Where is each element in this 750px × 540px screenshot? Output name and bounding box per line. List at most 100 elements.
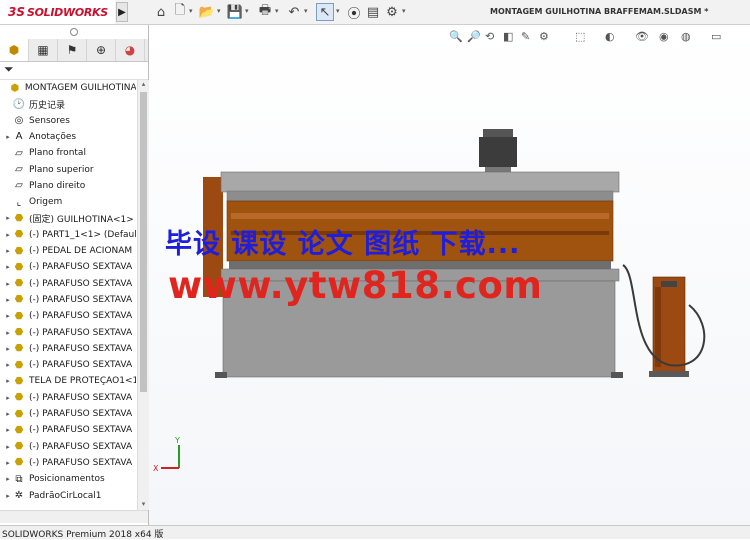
pattern-icon: ✲ — [14, 490, 24, 501]
tree-item-label: Anotações — [29, 131, 77, 142]
property-manager-icon[interactable]: ▦ — [29, 39, 58, 61]
part-icon: ⬣ — [14, 441, 24, 453]
scroll-thumb[interactable] — [140, 92, 147, 392]
tree-item-label: (-) PARAFUSO SEXTAVA — [29, 360, 133, 371]
tree-item-label: (-) PARAFUSO SEXTAVA — [29, 457, 133, 468]
tree-item-label: PadrãoCirLocal1 — [29, 490, 102, 501]
mates-icon: ⧉ — [15, 473, 23, 485]
tree-expander-icon[interactable]: ▸ — [4, 443, 12, 451]
tree-vertical-scrollbar[interactable]: ▴ ▾ — [137, 80, 149, 510]
tree-item-label: Plano superior — [29, 164, 94, 175]
tree-item[interactable]: ▸ ⬣ (-) PEDAL DE ACIONAM — [0, 243, 136, 259]
new-document-icon[interactable]: 🗋 — [171, 3, 189, 21]
tree-item[interactable]: ▸ ⧉ Posicionamentos — [0, 471, 136, 487]
undo-icon[interactable]: ↶ — [285, 3, 303, 21]
options-dropdown-icon[interactable]: ▾ — [402, 7, 408, 17]
open-icon[interactable]: 📂 — [198, 3, 216, 21]
tree-item[interactable]: ▸ ⬣ (-) PARAFUSO SEXTAVA — [0, 292, 136, 308]
tree-item[interactable]: ▸ ⬣ (-) PARAFUSO SEXTAVA — [0, 439, 136, 455]
new-dropdown-icon[interactable]: ▾ — [189, 7, 195, 17]
feature-manager-panel: ⬢ ▦ ⚑ ⊕ ◕ ⏷ ⬢ MONTAGEM GUILHOTINA 🕑 历史记录 ◎ Se… — [0, 25, 149, 525]
tree-expander-icon[interactable]: ▸ — [4, 377, 12, 385]
tree-expander-icon[interactable]: ▸ — [4, 410, 12, 418]
tree-expander-icon[interactable]: ▸ — [4, 263, 12, 271]
tree-item[interactable]: ▸ ⬣ (-) PARAFUSO SEXTAVA — [0, 259, 136, 275]
tree-item[interactable]: ▸ ⬣ (-) PARAFUSO SEXTAVA — [0, 422, 136, 438]
tree-item[interactable]: ▸ ✲ PadrãoCirLocal1 — [0, 488, 136, 504]
brand-name: SOLIDWORKS — [27, 5, 108, 19]
tree-item[interactable]: ⬢ MONTAGEM GUILHOTINA — [0, 80, 136, 96]
part-icon: ⬣ — [14, 278, 24, 290]
tree-expander-icon[interactable]: ▸ — [4, 426, 12, 434]
tree-expander-icon[interactable]: ▸ — [4, 296, 12, 304]
tree-item-label: 历史记录 — [29, 100, 66, 111]
display-manager-icon[interactable]: ◕ — [116, 39, 145, 61]
dimxpert-icon[interactable]: ⊕ — [87, 39, 116, 61]
tree-item[interactable]: 🕑 历史记录 — [0, 96, 136, 112]
tree-expander-icon[interactable]: ▸ — [4, 394, 12, 402]
part-icon: ⬣ — [14, 424, 24, 436]
tree-expander-icon[interactable]: ▸ — [4, 312, 12, 320]
tree-item[interactable]: ▸ ⬣ (-) PARAFUSO SEXTAVA — [0, 341, 136, 357]
tree-expander-icon[interactable]: ▸ — [4, 231, 12, 239]
tree-expander-icon[interactable]: ▸ — [4, 361, 12, 369]
part-icon: ⬣ — [14, 359, 24, 371]
tree-item[interactable]: ▱ Plano direito — [0, 178, 136, 194]
scroll-up-icon[interactable]: ▴ — [139, 80, 148, 90]
select-icon[interactable]: ↖ — [316, 3, 334, 21]
feature-tree: ⬢ MONTAGEM GUILHOTINA 🕑 历史记录 ◎ Sensores ▸ A Anot… — [0, 80, 136, 510]
panel-grip-icon[interactable] — [70, 28, 78, 36]
tree-expander-icon[interactable]: ▸ — [4, 214, 12, 222]
tree-horizontal-scrollbar[interactable] — [0, 510, 148, 523]
tree-expander-icon[interactable]: ▸ — [4, 247, 12, 255]
tree-item-label: (-) PARAFUSO SEXTAVA — [29, 327, 133, 338]
traffic-light-icon[interactable]: ⦿ — [345, 3, 363, 22]
file-properties-icon[interactable]: ▤ — [364, 3, 382, 21]
tree-expander-icon[interactable]: ▸ — [4, 280, 12, 288]
undo-dropdown-icon[interactable]: ▾ — [304, 7, 310, 17]
filter-icon[interactable]: ⏷ — [4, 62, 14, 77]
print-icon[interactable]: 🖶 — [256, 3, 274, 21]
tree-expander-icon[interactable]: ▸ — [4, 459, 12, 467]
tree-item-label: (-) PARAFUSO SEXTAVA — [29, 425, 133, 436]
solidworks-logo[interactable]: 3S SOLIDWORKS — [0, 0, 115, 24]
tree-item[interactable]: ▱ Plano superior — [0, 162, 136, 178]
tree-item[interactable]: ▸ ⬣ (-) PARAFUSO SEXTAVA — [0, 390, 136, 406]
tree-item[interactable]: ▱ Plano frontal — [0, 145, 136, 161]
sensor-icon: ◎ — [14, 115, 24, 127]
tree-expander-icon[interactable]: ▸ — [4, 475, 12, 483]
feature-manager-icon[interactable]: ⬢ — [0, 39, 29, 61]
open-dropdown-icon[interactable]: ▾ — [217, 7, 223, 17]
tree-expander-icon[interactable]: ▸ — [4, 329, 12, 337]
part-icon: ⬣ — [14, 408, 24, 420]
tree-item[interactable]: ▸ ⬣ (-) PARAFUSO SEXTAVA — [0, 406, 136, 422]
menu-expand-arrow-icon[interactable]: ▶ — [116, 2, 128, 22]
tree-item[interactable]: ▸ ⬣ (-) PARAFUSO SEXTAVA — [0, 455, 136, 471]
part-icon: ⬣ — [14, 229, 24, 241]
select-dropdown-icon[interactable]: ▾ — [336, 7, 342, 17]
tree-item[interactable]: ▸ ⬣ (-) PARAFUSO SEXTAVA — [0, 325, 136, 341]
tree-item[interactable]: ⌞ Origem — [0, 194, 136, 210]
tree-item[interactable]: ▸ ⬣ (-) PARAFUSO SEXTAVA — [0, 357, 136, 373]
save-dropdown-icon[interactable]: ▾ — [245, 7, 251, 17]
save-icon[interactable]: 💾 — [226, 3, 244, 21]
tree-item[interactable]: ▸ ⬣ TELA DE PROTEÇÃO1<1 — [0, 373, 136, 389]
configuration-manager-icon[interactable]: ⚑ — [58, 39, 87, 61]
tree-item[interactable]: ▸ ⬣ (固定) GUILHOTINA<1> — [0, 210, 136, 226]
tree-item[interactable]: ▸ ⬣ (-) PARAFUSO SEXTAVA — [0, 308, 136, 324]
plane-icon: ▱ — [15, 180, 23, 192]
triad-y-label: Y — [174, 436, 180, 445]
part-icon: ⬣ — [14, 327, 24, 338]
tree-item[interactable]: ▸ A Anotações — [0, 129, 136, 145]
tree-item[interactable]: ▸ ⬣ (-) PART1_1<1> (Defaul — [0, 227, 136, 243]
tree-item[interactable]: ▸ ⬣ (-) PARAFUSO SEXTAVA — [0, 276, 136, 292]
panel-tabs: ⬢ ▦ ⚑ ⊕ ◕ — [0, 39, 148, 62]
print-dropdown-icon[interactable]: ▾ — [275, 7, 281, 17]
scroll-down-icon[interactable]: ▾ — [139, 500, 148, 510]
tree-expander-icon[interactable]: ▸ — [4, 492, 12, 500]
home-icon[interactable]: ⌂ — [152, 3, 170, 21]
tree-item[interactable]: ◎ Sensores — [0, 113, 136, 129]
options-icon[interactable]: ⚙ — [383, 3, 401, 21]
tree-expander-icon[interactable]: ▸ — [4, 133, 12, 141]
tree-expander-icon[interactable]: ▸ — [4, 345, 12, 353]
